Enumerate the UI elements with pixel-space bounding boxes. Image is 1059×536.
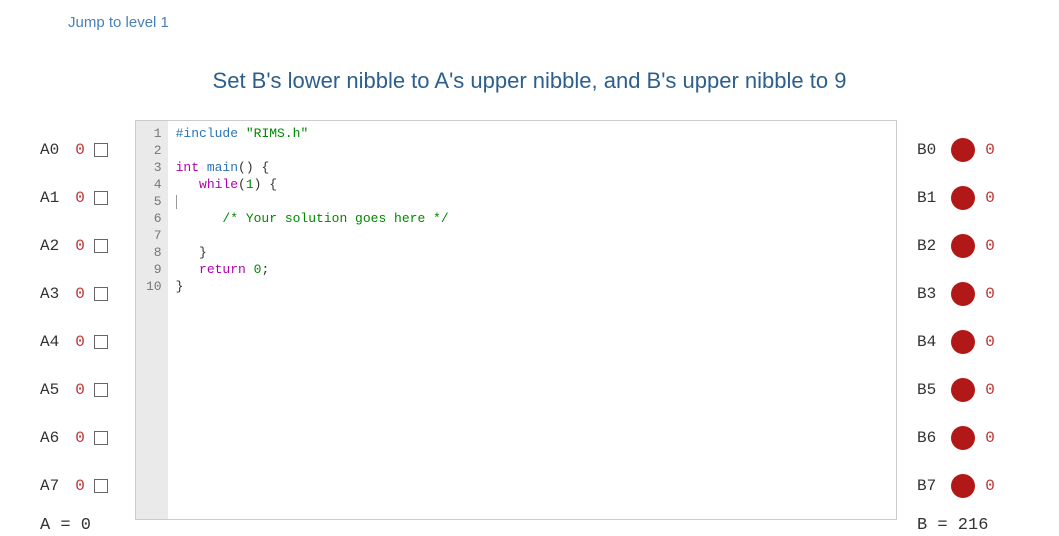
code-token: return [199, 262, 246, 277]
led-icon [951, 282, 975, 306]
output-label: B5 [917, 381, 945, 399]
outputs-column: B0 0 B1 0 B2 0 B3 0 B4 0 B5 0 [909, 120, 1019, 535]
output-value: 0 [981, 237, 999, 255]
line-gutter: 1 2 3 4 5 6 7 8 9 10 [136, 121, 168, 519]
line-number: 1 [146, 125, 162, 142]
output-row-b4: B4 0 [917, 318, 1019, 366]
line-number: 4 [146, 176, 162, 193]
input-checkbox-a6[interactable] [94, 431, 108, 445]
led-icon [951, 234, 975, 258]
input-checkbox-a3[interactable] [94, 287, 108, 301]
output-value: 0 [981, 477, 999, 495]
input-checkbox-a7[interactable] [94, 479, 108, 493]
code-token: while [199, 177, 238, 192]
code-token: /* Your solution goes here */ [222, 211, 448, 226]
line-number: 3 [146, 159, 162, 176]
output-label: B4 [917, 333, 945, 351]
led-icon [951, 474, 975, 498]
line-number: 5 [146, 193, 162, 210]
cursor [176, 195, 177, 209]
code-token: 0 [254, 262, 262, 277]
input-row-a5: A5 0 [40, 366, 135, 414]
jump-label: Jump to level 1 [68, 14, 169, 31]
code-editor[interactable]: 1 2 3 4 5 6 7 8 9 10 #include "RIMS.h" i… [135, 120, 897, 520]
output-row-b3: B3 0 [917, 270, 1019, 318]
output-label: B6 [917, 429, 945, 447]
output-row-b1: B1 0 [917, 174, 1019, 222]
input-checkbox-a1[interactable] [94, 191, 108, 205]
input-value: 0 [70, 285, 90, 303]
output-row-b5: B5 0 [917, 366, 1019, 414]
input-label: A7 [40, 477, 70, 495]
input-row-a4: A4 0 [40, 318, 135, 366]
input-value: 0 [70, 141, 90, 159]
input-row-a7: A7 0 [40, 462, 135, 510]
input-row-a3: A3 0 [40, 270, 135, 318]
input-checkbox-a5[interactable] [94, 383, 108, 397]
output-row-b6: B6 0 [917, 414, 1019, 462]
code-token: "RIMS.h" [246, 126, 308, 141]
output-row-b7: B7 0 [917, 462, 1019, 510]
input-row-a6: A6 0 [40, 414, 135, 462]
input-value: 0 [70, 189, 90, 207]
input-label: A2 [40, 237, 70, 255]
output-label: B3 [917, 285, 945, 303]
input-value: 0 [70, 333, 90, 351]
main-area: A0 0 A1 0 A2 0 A3 0 A4 0 A5 0 [40, 120, 1019, 534]
output-label: B0 [917, 141, 945, 159]
instruction-text: Set B's lower nibble to A's upper nibble… [0, 68, 1059, 94]
input-checkbox-a0[interactable] [94, 143, 108, 157]
output-label: B1 [917, 189, 945, 207]
input-label: A4 [40, 333, 70, 351]
output-value: 0 [981, 285, 999, 303]
code-body[interactable]: #include "RIMS.h" int main() { while(1) … [168, 121, 896, 519]
input-label: A6 [40, 429, 70, 447]
output-value: 0 [981, 429, 999, 447]
output-row-b0: B0 0 [917, 126, 1019, 174]
code-token: main [207, 160, 238, 175]
led-icon [951, 330, 975, 354]
line-number: 9 [146, 261, 162, 278]
input-value: 0 [70, 381, 90, 399]
led-icon [951, 378, 975, 402]
inputs-column: A0 0 A1 0 A2 0 A3 0 A4 0 A5 0 [40, 120, 135, 535]
input-label: A5 [40, 381, 70, 399]
input-label: A1 [40, 189, 70, 207]
input-value: 0 [70, 429, 90, 447]
jump-to-level-link[interactable]: Jump to level 1 [68, 14, 169, 31]
input-value: 0 [70, 477, 90, 495]
inputs-total: A = 0 [40, 516, 135, 535]
led-icon [951, 426, 975, 450]
led-icon [951, 186, 975, 210]
output-value: 0 [981, 333, 999, 351]
line-number: 8 [146, 244, 162, 261]
output-value: 0 [981, 381, 999, 399]
output-label: B2 [917, 237, 945, 255]
output-row-b2: B2 0 [917, 222, 1019, 270]
input-label: A3 [40, 285, 70, 303]
input-row-a2: A2 0 [40, 222, 135, 270]
input-row-a1: A1 0 [40, 174, 135, 222]
code-token: 1 [246, 177, 254, 192]
output-value: 0 [981, 141, 999, 159]
line-number: 6 [146, 210, 162, 227]
line-number: 10 [146, 278, 162, 295]
line-number: 2 [146, 142, 162, 159]
input-label: A0 [40, 141, 70, 159]
line-number: 7 [146, 227, 162, 244]
input-checkbox-a2[interactable] [94, 239, 108, 253]
outputs-total: B = 216 [917, 516, 1019, 535]
input-row-a0: A0 0 [40, 126, 135, 174]
input-value: 0 [70, 237, 90, 255]
code-token: #include [176, 126, 238, 141]
output-label: B7 [917, 477, 945, 495]
code-token: int [176, 160, 199, 175]
input-checkbox-a4[interactable] [94, 335, 108, 349]
led-icon [951, 138, 975, 162]
output-value: 0 [981, 189, 999, 207]
